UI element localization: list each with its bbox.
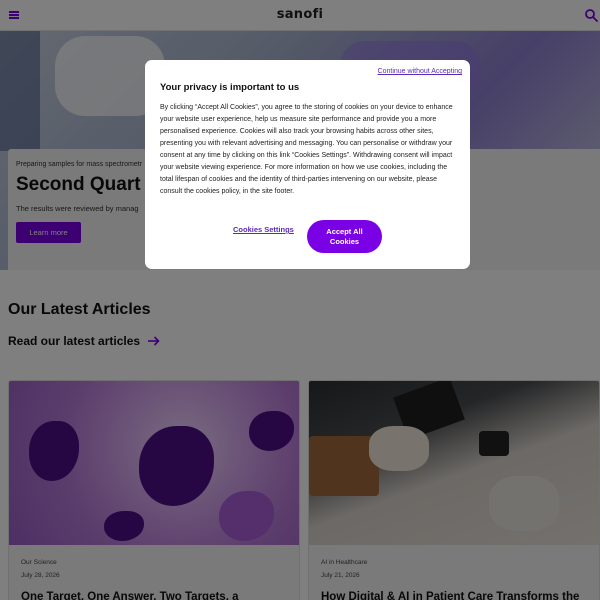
cookie-dialog-text: By clicking “Accept All Cookies”, you ag…: [160, 104, 453, 195]
cookie-dialog-title: Your privacy is important to us: [160, 82, 300, 93]
cookie-consent-dialog: Continue without Accepting Your privacy …: [145, 60, 470, 269]
cookie-dialog-actions: Cookies Settings Accept All Cookies: [145, 220, 470, 254]
cookies-settings-button[interactable]: Cookies Settings: [233, 225, 294, 234]
modal-backdrop: Continue without Accepting Your privacy …: [0, 0, 600, 600]
continue-without-accepting-link[interactable]: Continue without Accepting: [378, 68, 462, 75]
accept-all-cookies-button[interactable]: Accept All Cookies: [307, 220, 382, 253]
